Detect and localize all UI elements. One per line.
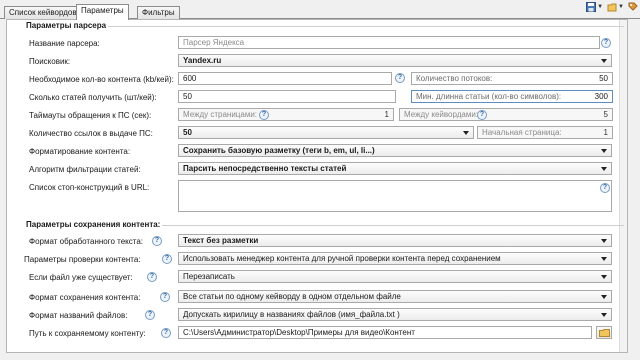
stop-list-label: Список стоп-конструкций в URL: (29, 183, 150, 192)
timeouts-label: Таймауты обращения к ПС (сек): (29, 111, 152, 120)
tag-button[interactable] (628, 2, 638, 12)
start-page-label: Начальная страница: (482, 128, 562, 137)
filter-algorithm-value: Парсить непосредственно тексты статей (183, 164, 347, 173)
filter-algorithm-label: Алгоритм фильтрации статей: (29, 165, 141, 174)
chevron-down-icon: ▼ (597, 4, 604, 10)
open-menu-button[interactable]: ▼ (607, 2, 624, 12)
save-path-value: C:\Users\Администратор\Desktop\Примеры д… (183, 328, 415, 337)
tab-label: Фильтры (142, 8, 175, 17)
formatting-select[interactable]: Сохранить базовую разметку (теги b, em, … (178, 144, 612, 157)
tab-bar: Список кейвордов Параметры Фильтры (0, 4, 640, 20)
tab-label: Параметры (81, 6, 124, 15)
save-section-title: Параметры сохранения контента: (24, 220, 163, 229)
stop-list-textarea[interactable] (178, 180, 612, 212)
filter-algorithm-select[interactable]: Парсить непосредственно тексты статей (178, 162, 612, 175)
check-params-label: Параметры проверки контента: (24, 255, 141, 264)
help-icon[interactable]: ? (145, 310, 155, 320)
tab-parameters[interactable]: Параметры (76, 4, 129, 20)
text-format-value: Текст без разметки (183, 236, 259, 245)
tag-icon (628, 2, 638, 11)
articles-count-label: Сколько статей получить (шт/кей): (29, 93, 157, 102)
threads-label: Количество потоков: (416, 74, 493, 83)
min-article-length-input[interactable]: Мин. длинна статьи (кол-во символов): 30… (411, 90, 613, 103)
search-engine-value: Yandex.ru (183, 56, 222, 65)
content-needed-input[interactable]: 600 (178, 72, 392, 85)
file-names-format-select[interactable]: Допускать кирилицу в названиях файлов (и… (178, 308, 612, 321)
save-path-input[interactable]: C:\Users\Администратор\Desktop\Примеры д… (178, 326, 592, 339)
help-icon[interactable]: ? (162, 254, 172, 264)
links-count-select[interactable]: 50 (178, 126, 474, 139)
parser-name-input[interactable]: Парсер Яндекса (178, 36, 600, 49)
search-engine-label: Поисковик: (29, 57, 71, 66)
articles-count-value: 50 (183, 92, 192, 101)
file-names-format-label: Формат названий файлов: (29, 311, 128, 320)
search-engine-select[interactable]: Yandex.ru (178, 54, 612, 67)
save-format-label: Формат сохранения контента: (29, 293, 141, 302)
check-params-select[interactable]: Использовать менеджер контента для ручно… (178, 252, 612, 265)
links-count-value: 50 (183, 128, 192, 137)
content-needed-value: 600 (183, 74, 197, 83)
articles-count-input[interactable]: 50 (178, 90, 396, 103)
parser-name-placeholder: Парсер Яндекса (183, 38, 245, 47)
help-icon[interactable]: ? (477, 110, 487, 120)
formatting-value: Сохранить базовую разметку (теги b, em, … (183, 146, 375, 155)
help-icon[interactable]: ? (161, 328, 171, 338)
tab-filters[interactable]: Фильтры (137, 6, 180, 19)
between-keywords-label: Между кейвордами: (404, 110, 479, 119)
content-needed-label: Необходимое кол-во контента (kb/кей): (29, 75, 174, 84)
threads-input[interactable]: Количество потоков: 50 (411, 72, 613, 85)
file-names-format-value: Допускать кирилицу в названиях файлов (и… (183, 310, 400, 319)
help-icon[interactable]: ? (147, 272, 157, 282)
between-pages-value: 1 (384, 110, 389, 119)
help-icon[interactable]: ? (152, 236, 162, 246)
help-icon[interactable]: ? (395, 73, 405, 83)
between-keywords-value: 5 (603, 110, 608, 119)
parser-section-title: Параметры парсера (24, 21, 109, 30)
tab-label: Список кейвордов (9, 8, 77, 17)
toolbar: ▼ ▼ (586, 0, 638, 14)
help-icon[interactable]: ? (600, 183, 610, 193)
folder-icon (599, 329, 610, 337)
file-exists-value: Перезаписать (183, 272, 235, 281)
save-path-label: Путь к сохраняемому контенту: (29, 329, 146, 338)
threads-value: 50 (599, 74, 608, 83)
save-format-value: Все статьи по одному кейворду в одном от… (183, 292, 401, 301)
help-icon[interactable]: ? (259, 110, 269, 120)
links-count-label: Количество ссылок в выдаче ПС: (29, 129, 153, 138)
save-format-select[interactable]: Все статьи по одному кейворду в одном от… (178, 290, 612, 303)
browse-folder-button[interactable] (596, 326, 612, 339)
text-format-select[interactable]: Текст без разметки (178, 234, 612, 247)
save-menu-button[interactable]: ▼ (586, 2, 603, 12)
between-pages-label: Между страницами: (183, 110, 258, 119)
check-params-value: Использовать менеджер контента для ручно… (183, 254, 501, 263)
file-exists-label: Если файл уже существует: (29, 273, 133, 282)
open-icon (607, 3, 617, 12)
chevron-down-icon: ▼ (618, 4, 624, 10)
save-icon (586, 2, 597, 12)
between-pages-input[interactable]: Между страницами: 1 (178, 108, 394, 121)
parameters-panel: Параметры парсера Название парсера: Парс… (6, 19, 628, 353)
start-page-value: 1 (603, 128, 608, 137)
start-page-input[interactable]: Начальная страница: 1 (477, 126, 613, 139)
file-exists-select[interactable]: Перезаписать (178, 270, 612, 283)
between-keywords-input[interactable]: Между кейвордами: 5 (399, 108, 613, 121)
help-icon[interactable]: ? (601, 38, 611, 48)
min-article-length-value: 300 (594, 92, 608, 101)
help-icon[interactable]: ? (160, 292, 170, 302)
min-article-length-label: Мин. длинна статьи (кол-во символов): (416, 92, 562, 101)
tab-keywords[interactable]: Список кейвордов (4, 6, 82, 19)
parser-name-label: Название парсера: (29, 39, 100, 48)
formatting-label: Форматирование контента: (29, 147, 131, 156)
text-format-label: Формат обработанного текста: (29, 237, 144, 246)
